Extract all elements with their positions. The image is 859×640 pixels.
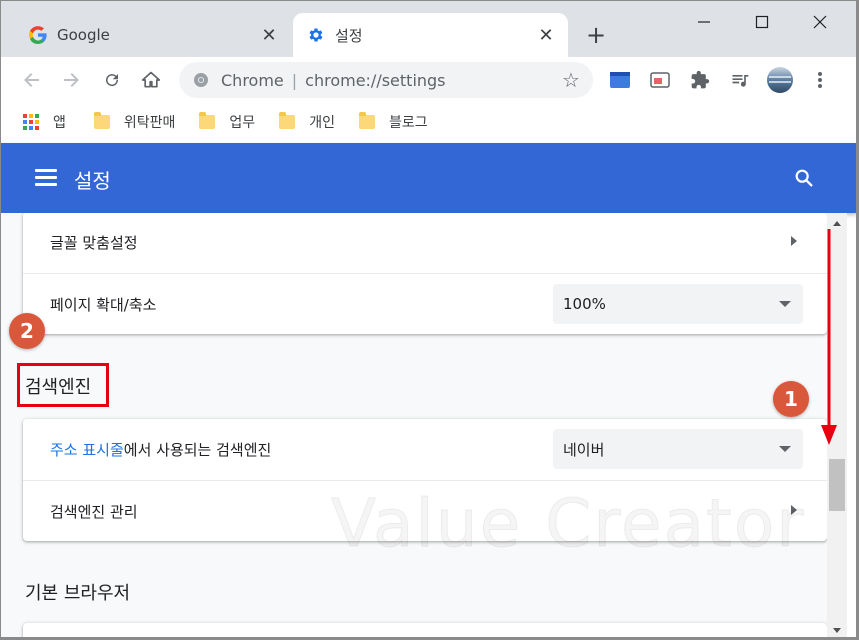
toolbar: Chrome | chrome://settings ☆ [1,57,856,103]
bookmark-folder-blog[interactable]: 블로그 [358,112,428,132]
folder-icon [93,112,110,129]
bookmark-label: 위탁판매 [123,115,176,131]
menu-kebab-icon[interactable] [805,65,835,95]
page-zoom-label: 페이지 확대/축소 [50,295,157,314]
close-tab-icon[interactable]: ✕ [532,21,560,49]
apps-icon [23,114,39,130]
minimize-icon[interactable] [675,7,733,37]
tab-title: 설정 [335,26,363,45]
extensions-puzzle-icon[interactable] [685,65,715,95]
address-bar-engine-label: 주소 표시줄에서 사용되는 검색엔진 [50,439,271,460]
browser-window: Google ✕ 설정 ✕ + Chrome | chrome://settin… [0,0,859,640]
page-zoom-select[interactable]: 100% [553,284,803,324]
chevron-down-icon [779,446,791,452]
url-text: chrome://settings [305,70,446,90]
highlight-box [17,363,109,407]
media-queue-icon[interactable] [725,65,755,95]
home-icon[interactable] [136,65,166,95]
url-scheme-label: Chrome [221,70,284,90]
tab-title: Google [57,26,110,44]
forward-icon[interactable] [56,65,86,95]
back-icon[interactable] [17,65,47,95]
page-zoom-value: 100% [563,295,606,313]
chevron-down-icon [779,301,791,307]
close-window-icon[interactable] [791,7,849,37]
tab-strip: Google ✕ 설정 ✕ + [1,1,856,57]
font-settings-label: 글꼴 맞춤설정 [50,234,138,252]
scroll-up-arrow-icon[interactable] [833,221,841,226]
step-badge-2: 2 [9,313,45,349]
bookmark-apps[interactable]: 앱 [23,112,66,132]
url-separator: | [291,70,298,90]
bookmark-label: 업무 [229,115,256,131]
manage-search-engines-label: 검색엔진 관리 [50,502,138,521]
extension-blue-icon[interactable] [605,65,635,95]
profile-avatar[interactable] [765,65,795,95]
folder-icon [279,112,296,129]
font-settings-row[interactable]: 글꼴 맞춤설정 [23,213,827,273]
tab-google[interactable]: Google ✕ [15,13,291,57]
google-icon [29,26,47,44]
chrome-icon [193,72,209,88]
appearance-card: 글꼴 맞춤설정 페이지 확대/축소 100% [23,213,827,334]
search-engine-select[interactable]: 네이버 [553,429,803,469]
step-badge-1: 1 [773,381,809,417]
scrollbar-thumb[interactable] [829,459,845,511]
default-browser-section-title: 기본 브라우저 [25,583,131,604]
close-tab-icon[interactable]: ✕ [255,21,283,49]
menu-hamburger-icon[interactable] [35,169,57,187]
bookmarks-bar: 앱 위탁판매 업무 개인 블로그 [1,103,856,141]
star-icon[interactable]: ☆ [559,68,583,92]
chevron-right-icon [791,236,797,246]
address-bar-engine-row: 주소 표시줄에서 사용되는 검색엔진 네이버 [23,419,827,480]
bookmark-label: 블로그 [388,115,428,131]
bookmark-folder-work[interactable]: 업무 [199,112,255,132]
new-tab-button[interactable]: + [582,21,610,49]
search-icon[interactable] [793,167,815,189]
address-bar-engine-text: 에서 사용되는 검색엔진 [123,441,272,459]
watermark: Value Creator [330,485,806,563]
gear-icon [307,26,325,44]
reload-icon[interactable] [97,65,127,95]
folder-icon [199,112,216,129]
extension-screen-icon[interactable] [645,65,675,95]
scroll-down-arrow-icon[interactable] [833,628,841,633]
address-bar-link[interactable]: 주소 표시줄 [50,441,124,459]
bookmark-folder-consignment[interactable]: 위탁판매 [93,112,176,132]
search-engine-value: 네이버 [563,440,605,459]
page-zoom-row: 페이지 확대/축소 100% [23,273,827,334]
tab-settings[interactable]: 설정 ✕ [293,13,568,57]
scroll-direction-arrow [821,229,837,445]
folder-icon [358,112,375,129]
bookmark-label: 앱 [53,115,66,131]
page-title: 설정 [74,169,111,193]
settings-content: 글꼴 맞춤설정 페이지 확대/축소 100% 검색엔진 주소 표시줄에서 사용되… [1,213,827,637]
bookmark-folder-personal[interactable]: 개인 [279,112,335,132]
maximize-icon[interactable] [733,7,791,37]
settings-header: 설정 [1,143,856,213]
default-browser-card [23,623,827,637]
bookmark-label: 개인 [309,115,335,131]
address-bar[interactable]: Chrome | chrome://settings ☆ [179,62,593,98]
